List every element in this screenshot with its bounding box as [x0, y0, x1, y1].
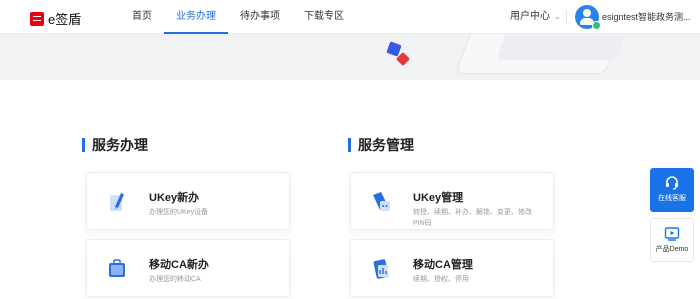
main-nav: 首页 业务办理 待办事项 下载专区 — [120, 0, 356, 34]
nav-home[interactable]: 首页 — [120, 0, 164, 34]
ukey-pen-icon — [110, 193, 124, 211]
nav-downloads[interactable]: 下载专区 — [292, 0, 356, 34]
card-mobile-ca-manage[interactable]: 移动CA管理 续期、授权、停用 — [350, 239, 554, 297]
section-title-management: 服务管理 — [348, 136, 414, 154]
logo[interactable]: e签盾 — [30, 9, 81, 28]
mobile-ca-manage-icon — [373, 259, 389, 279]
headset-icon — [666, 176, 678, 190]
logo-text: e签盾 — [48, 12, 82, 27]
chevron-down-icon: ⌄ — [554, 12, 561, 21]
card-description: 续期、授权、停用 — [413, 276, 469, 283]
card-description: 办理您的移动CA — [149, 276, 201, 283]
card-mobile-ca-new[interactable]: 移动CA新办 办理您的移动CA — [86, 239, 290, 297]
user-center-label: 用户中心 — [510, 11, 550, 22]
avatar[interactable] — [575, 5, 601, 30]
online-service-button[interactable]: 在线客服 — [650, 168, 694, 212]
top-header: e签盾 首页 业务办理 待办事项 下载专区 用户中心 ⌄ esigntest智能… — [0, 0, 700, 34]
product-demo-button[interactable]: 产品Demo — [650, 218, 694, 262]
section-title-service: 服务办理 — [82, 136, 148, 154]
ukey-manage-icon — [373, 192, 390, 211]
card-description: 办理您的UKey设备 — [149, 209, 209, 216]
banner — [0, 34, 700, 80]
card-title: 移动CA管理 — [413, 259, 473, 271]
card-title: 移动CA新办 — [149, 259, 209, 271]
user-center-menu[interactable]: 用户中心 ⌄ — [510, 0, 561, 34]
banner-decoration — [495, 34, 635, 60]
verified-badge-icon — [592, 21, 601, 30]
card-ukey-new[interactable]: UKey新办 办理您的UKey设备 — [86, 172, 290, 230]
nav-todo[interactable]: 待办事项 — [228, 0, 292, 34]
play-video-icon — [664, 227, 680, 241]
online-service-label: 在线客服 — [658, 195, 686, 202]
card-title: UKey新办 — [149, 192, 200, 204]
card-description: 转授、续期、补办、解锁、变更、修改PIN码 — [413, 209, 532, 227]
card-title: UKey管理 — [413, 192, 464, 204]
mobile-ca-briefcase-icon — [109, 259, 125, 277]
card-ukey-manage[interactable]: UKey管理 转授、续期、补办、解锁、变更、修改PIN码 — [350, 172, 554, 230]
header-divider — [566, 10, 567, 24]
product-demo-label: 产品Demo — [655, 246, 689, 253]
user-head-icon — [583, 9, 591, 17]
nav-business[interactable]: 业务办理 — [164, 0, 228, 34]
username[interactable]: esigntest智能政务测... — [602, 0, 691, 34]
logo-mark-icon — [30, 11, 44, 26]
